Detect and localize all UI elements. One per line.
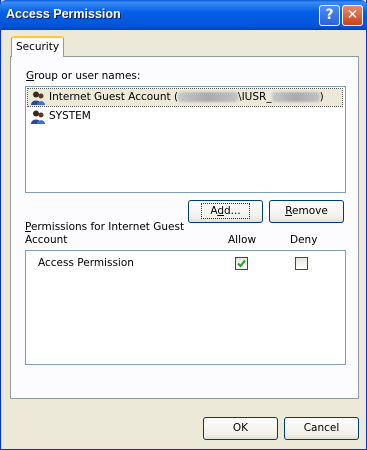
cancel-button[interactable]: Cancel [284, 417, 359, 440]
redacted-block [271, 92, 320, 102]
permissions-list: Access Permission [25, 250, 346, 365]
check-icon [237, 259, 246, 268]
permissions-label-line2: Account [25, 234, 68, 246]
redacted-block [178, 92, 239, 102]
user-name: Internet Guest Account (\IUSR_) [49, 91, 324, 103]
close-button[interactable]: ✕ [342, 5, 363, 26]
dialog-window: Access Permission ? ✕ Security Group or … [0, 0, 367, 450]
help-button[interactable]: ? [319, 5, 340, 26]
user-group-icon [31, 110, 45, 124]
remove-button[interactable]: Remove [269, 200, 344, 223]
user-name: SYSTEM [49, 110, 91, 122]
allow-column-header: Allow [228, 234, 257, 246]
list-item-internet-guest[interactable]: Internet Guest Account (\IUSR_) [27, 88, 343, 107]
ok-button[interactable]: OK [203, 417, 278, 440]
tab-security-label: Security [15, 41, 60, 53]
window-title: Access Permission [6, 7, 121, 21]
list-item-system[interactable]: SYSTEM [28, 108, 342, 125]
deny-checkbox[interactable] [295, 257, 308, 270]
group-users-label: Group or user names: [26, 70, 141, 82]
permissions-label: Permissions for Internet Guest [25, 221, 185, 233]
deny-column-header: Deny [290, 234, 318, 246]
help-icon: ? [325, 7, 334, 23]
permission-name: Access Permission [38, 257, 134, 269]
tab-security[interactable]: Security [11, 36, 64, 57]
close-icon: ✕ [346, 7, 359, 23]
allow-checkbox[interactable] [235, 257, 248, 270]
user-group-icon [31, 91, 45, 105]
add-button[interactable]: Add... [188, 200, 263, 223]
security-tab-panel: Group or user names: Internet Guest Acco… [10, 56, 359, 399]
title-bar[interactable]: Access Permission ? ✕ [0, 0, 367, 30]
user-list[interactable]: Internet Guest Account (\IUSR_) SYSTEM [25, 86, 346, 193]
